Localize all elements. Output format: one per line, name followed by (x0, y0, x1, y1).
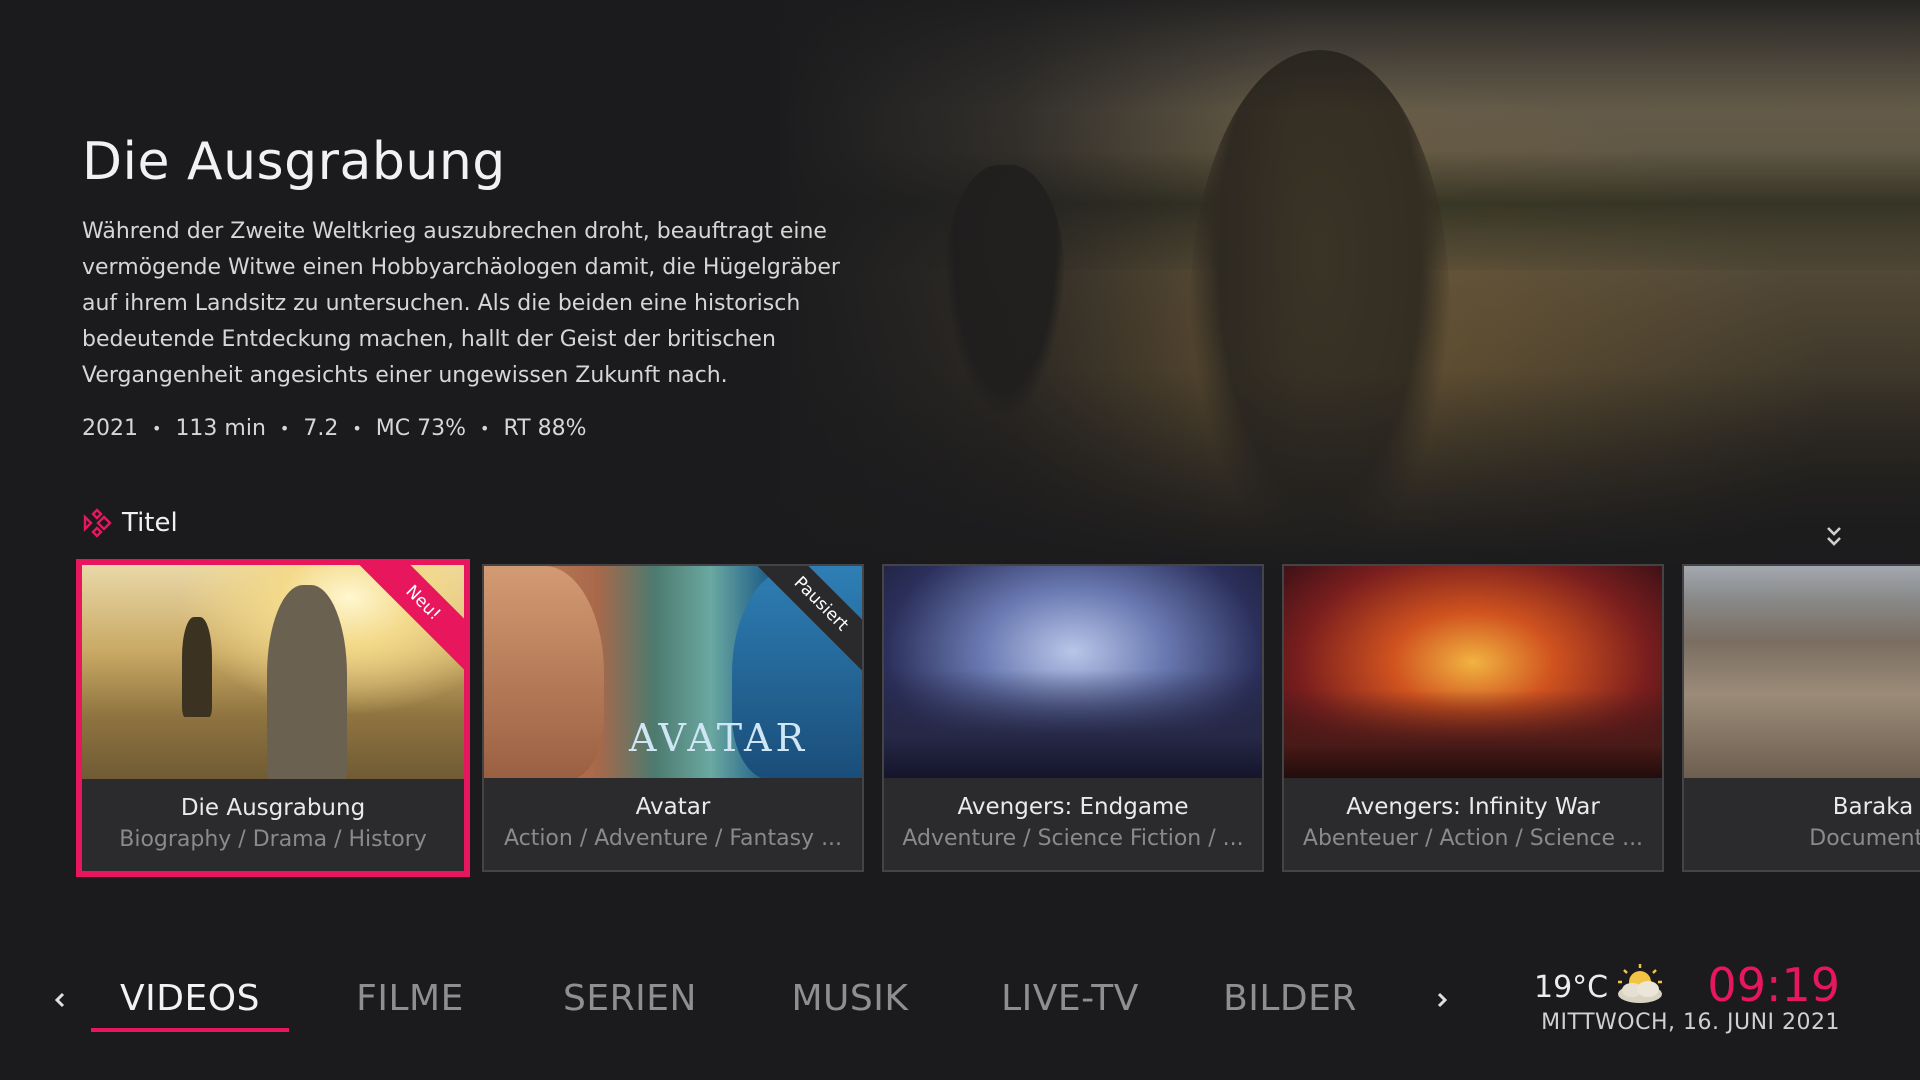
meta-separator: • (352, 419, 362, 438)
section-label: Titel (122, 508, 178, 538)
partly-cloudy-icon (1618, 964, 1662, 1003)
meta-runtime: 113 min (175, 416, 266, 441)
clock-date: MITTWOCH, 16. JUNI 2021 (1541, 1010, 1840, 1035)
meta-rating: 7.2 (303, 416, 339, 441)
hero-plot: Während der Zweite Weltkrieg auszubreche… (82, 219, 840, 388)
double-chevron-down-icon[interactable] (1823, 524, 1845, 550)
hero-title: Die Ausgrabung (82, 132, 506, 192)
temperature: 19°C (1534, 970, 1609, 1005)
card-poster: Neu! (82, 565, 464, 781)
media-card-avengers-infinity-war[interactable]: Avengers: Infinity War Abenteuer / Actio… (1282, 564, 1664, 872)
media-card-avengers-endgame[interactable]: Avengers: Endgame Adventure / Science Fi… (882, 564, 1264, 872)
title-list: Neu! Die Ausgrabung Biography / Drama / … (0, 559, 1920, 880)
media-card-baraka[interactable]: Baraka Documenta (1682, 564, 1920, 872)
status-area: 19°C 09:19 MITTWOCH, 16. JUNI 2021 (1440, 958, 1840, 1038)
chevron-left-icon[interactable] (48, 982, 72, 1018)
card-genres: Biography / Drama / History (119, 827, 427, 852)
card-genres: Documenta (1809, 826, 1920, 851)
poster-logo-text: AVATAR (629, 716, 809, 760)
nav-item-bilder[interactable]: BILDER (1200, 978, 1380, 1019)
nav-item-musik[interactable]: MUSIK (760, 978, 940, 1019)
nav-item-videos[interactable]: VIDEOS (91, 978, 289, 1019)
card-title: Avengers: Endgame (957, 794, 1189, 820)
hero-meta: 2021 • 113 min • 7.2 • MC 73% • RT 88% (82, 416, 872, 441)
card-poster (1684, 566, 1920, 780)
meta-metacritic: MC 73% (375, 416, 467, 441)
active-tab-indicator (91, 1028, 289, 1032)
card-title: Baraka (1832, 794, 1914, 820)
media-card-avatar[interactable]: AVATAR Pausiert Avatar Action / Adventur… (482, 564, 864, 872)
meta-separator: • (279, 419, 290, 438)
hero-info: Die Ausgrabung Während der Zweite Weltkr… (82, 132, 872, 441)
card-poster (1284, 566, 1662, 780)
card-genres: Abenteuer / Action / Science ... (1302, 826, 1644, 851)
card-title: Avatar (635, 794, 711, 820)
nav-item-live-tv[interactable]: LIVE-TV (980, 978, 1160, 1019)
nav-item-filme[interactable]: FILME (320, 978, 500, 1019)
main-menu: VIDEOS FILME SERIEN MUSIK LIVE-TV BILDER (0, 960, 1460, 1040)
card-poster: AVATAR Pausiert (484, 566, 862, 780)
card-genres: Adventure / Science Fiction / ... (902, 826, 1244, 851)
media-card-die-ausgrabung[interactable]: Neu! Die Ausgrabung Biography / Drama / … (76, 559, 470, 877)
hero-backdrop-image (780, 0, 1920, 570)
nav-item-serien[interactable]: SERIEN (540, 978, 720, 1019)
card-genres: Action / Adventure / Fantasy ... (503, 826, 843, 851)
section-header: Titel (82, 508, 178, 538)
kodi-logo-icon (83, 508, 112, 538)
meta-year: 2021 (82, 416, 138, 441)
new-badge: Neu! (350, 565, 464, 676)
card-poster (884, 566, 1262, 780)
card-title: Die Ausgrabung (180, 795, 366, 821)
meta-rottentomatoes: RT 88% (503, 416, 587, 441)
meta-separator: • (152, 419, 162, 438)
clock-time: 09:19 (1707, 958, 1840, 1012)
meta-separator: • (480, 419, 490, 438)
card-title: Avengers: Infinity War (1346, 794, 1600, 820)
